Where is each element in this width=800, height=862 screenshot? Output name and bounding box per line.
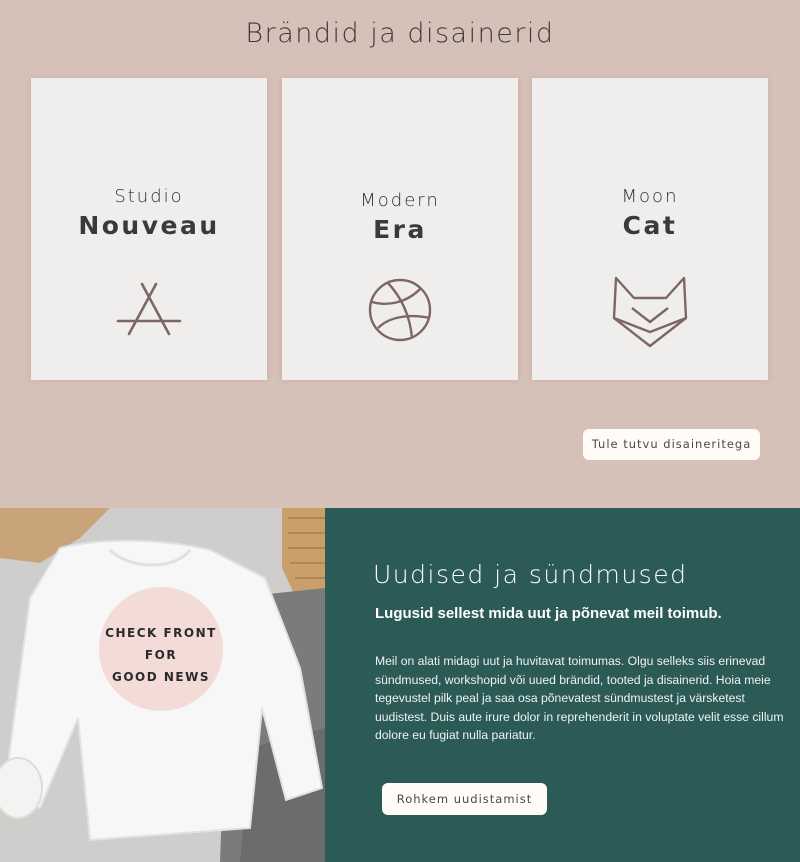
badge-line: CHECK FRONT [105,626,217,640]
badge-line: FOR [144,648,178,662]
basketball-icon [368,278,432,342]
brand-card-name: Cat [622,211,678,240]
brands-section: Brändid ja disainerid Studio Nouveau Mod… [0,0,800,508]
app-store-icon [116,282,182,336]
meet-designers-button[interactable]: Tule tutvu disaineritega [583,429,760,460]
badge-line: GOOD NEWS [111,670,210,684]
brand-card-sub: Moon [621,186,679,207]
brand-card-modern-era[interactable]: Modern Era [282,78,518,380]
brand-card-moon-cat[interactable]: Moon Cat [532,78,768,380]
brand-card-name: Era [373,215,427,244]
news-section: Uudised ja sündmused Lugusid sellest mid… [325,508,800,862]
news-title: Uudised ja sündmused [373,560,688,589]
brand-card-sub: Modern [360,190,440,211]
more-news-button[interactable]: Rohkem uudistamist [382,783,547,815]
brands-title: Brändid ja disainerid [245,18,555,49]
brand-card-sub: Studio [114,186,184,207]
brand-card-name: Nouveau [78,211,220,240]
news-subtitle: Lugusid sellest mida uut ja põnevat meil… [375,605,722,622]
news-body: Meil on alati midagi uut ja huvitavat to… [375,654,784,742]
cat-fox-icon [612,276,688,348]
brand-card-studio-nouveau[interactable]: Studio Nouveau [31,78,267,380]
news-photo: CHECK FRONT FOR GOOD NEWS [0,508,325,862]
check-front-badge: CHECK FRONT FOR GOOD NEWS [99,622,223,688]
